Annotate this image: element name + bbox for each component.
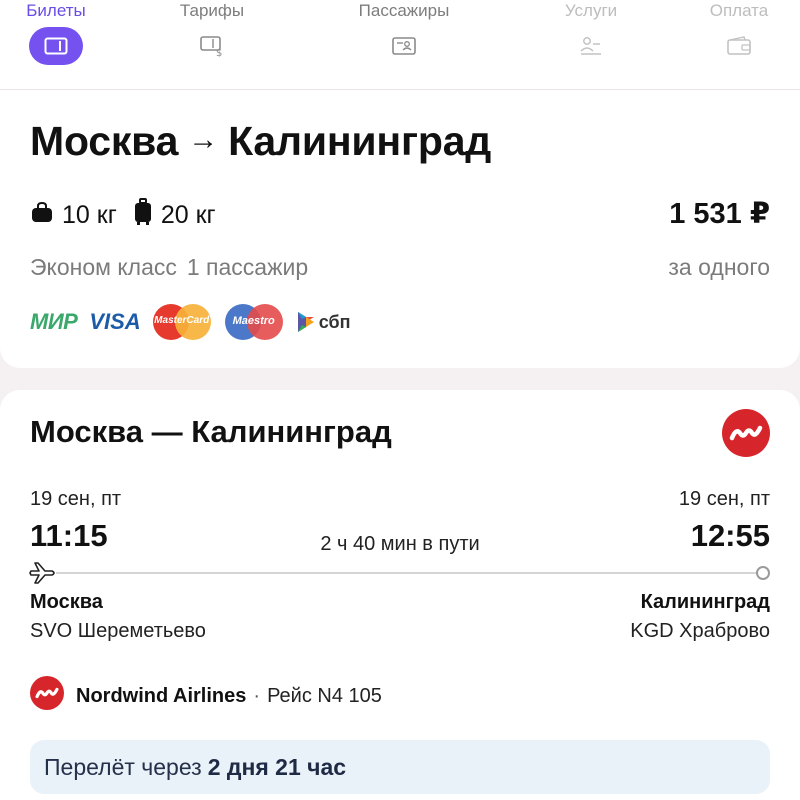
baggage-info: 10 кг 20 кг: [30, 198, 232, 233]
destination-point-icon: [756, 566, 770, 580]
step-tariffs[interactable]: Тарифы $: [157, 0, 267, 57]
nordwind-logo: [722, 409, 770, 462]
destination-city: Калининград: [228, 118, 492, 164]
step-payment-label: Оплата: [709, 1, 769, 20]
arrival-airport: KGD Храброво: [630, 620, 770, 642]
step-payment: Оплата: [684, 0, 794, 55]
step-passengers-label: Пассажиры: [358, 1, 450, 20]
tariff-icon: $: [185, 27, 239, 65]
airline-info: Nordwind Airlines · Рейс N4 105: [30, 676, 382, 716]
suitcase-icon: [133, 198, 153, 233]
flight-number: Рейс N4 105: [267, 684, 382, 707]
maestro-text: Maestro: [232, 315, 275, 327]
passenger-count: 1 пассажир: [186, 254, 309, 280]
flight-title: Москва — Калининград: [30, 414, 392, 449]
sbp-icon: [297, 312, 314, 332]
payment-methods: МИР VISA MasterCard Maestro сбп: [30, 304, 350, 340]
flight-duration: 2 ч 40 мин в пути: [320, 533, 480, 555]
maestro-logo: Maestro: [224, 304, 283, 340]
hand-luggage: 10 кг: [30, 201, 117, 230]
cabin-info: Эконом класс 1 пассажир: [30, 254, 308, 281]
departure-date: 19 сен, пт: [30, 488, 122, 510]
flight-route-line: [56, 572, 759, 574]
arrival-date: 19 сен, пт: [678, 488, 770, 510]
visa-logo: VISA: [89, 309, 141, 334]
svg-text:$: $: [216, 48, 222, 57]
handbag-icon: [30, 201, 54, 230]
airline-name: Nordwind Airlines: [76, 684, 247, 707]
checked-luggage-weight: 20 кг: [160, 201, 216, 229]
arrival-city: Калининград: [640, 591, 770, 613]
nordwind-small-logo: [30, 676, 64, 716]
countdown-value: 2 дня 21 час: [207, 753, 347, 780]
sbp-logo: сбп: [297, 311, 351, 333]
mir-logo: МИР: [30, 309, 78, 334]
arrow-right-icon: →: [188, 122, 219, 156]
services-icon: [564, 27, 618, 65]
departure-city: Москва: [30, 591, 103, 613]
price-note: за одного: [668, 254, 770, 280]
origin-city: Москва: [30, 118, 179, 164]
booking-stepper: Билеты Тарифы $ Пассажиры Услуги Оплата: [0, 0, 800, 90]
step-passengers[interactable]: Пассажиры: [349, 0, 459, 55]
mastercard-logo: MasterCard: [152, 304, 211, 340]
sbp-text: сбп: [318, 311, 351, 332]
ticket-price: 1 531 ₽: [669, 198, 770, 230]
step-services: Услуги: [536, 0, 646, 55]
airplane-icon: [29, 561, 57, 590]
route-title: Москва → Калининград: [30, 118, 491, 165]
hand-luggage-weight: 10 кг: [62, 201, 117, 229]
departure-countdown-banner: Перелёт через 2 дня 21 час: [30, 740, 770, 794]
checked-luggage: 20 кг: [133, 198, 216, 233]
mastercard-text: MasterCard: [154, 315, 210, 326]
step-tickets-label: Билеты: [26, 1, 86, 20]
departure-airport: SVO Шереметьево: [30, 620, 206, 642]
wallet-icon: [712, 27, 766, 65]
step-tariffs-label: Тарифы: [179, 1, 245, 20]
cabin-class: Эконом класс: [30, 254, 177, 280]
separator-dot: ·: [253, 684, 261, 707]
step-services-label: Услуги: [564, 1, 618, 20]
ticket-icon: [29, 27, 83, 65]
step-tickets[interactable]: Билеты: [1, 0, 111, 65]
passenger-card-icon: [377, 27, 431, 65]
countdown-prefix: Перелёт через: [44, 753, 202, 780]
